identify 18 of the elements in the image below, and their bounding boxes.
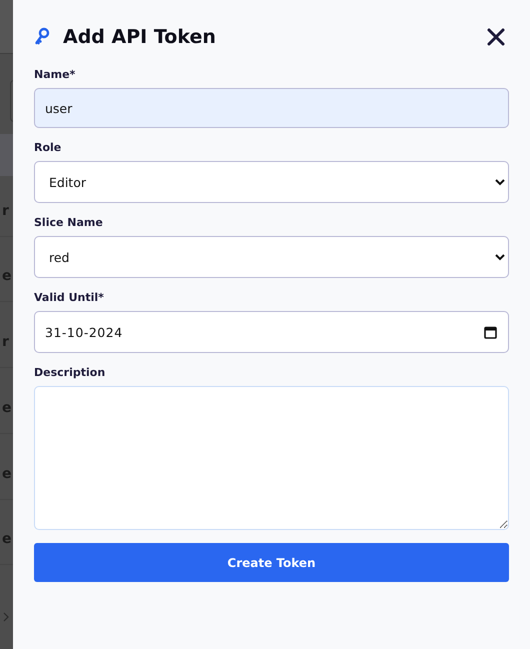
- close-icon: [487, 28, 505, 46]
- field-label: Name*: [34, 68, 76, 81]
- calendar-icon: [484, 326, 497, 338]
- create-token-button[interactable]: Create Token: [34, 543, 509, 582]
- dialog-title: Add API Token: [63, 26, 217, 48]
- field-label: Role: [34, 141, 62, 154]
- field-label: Valid Until*: [34, 291, 105, 304]
- field-label: Description: [34, 366, 106, 379]
- date-field[interactable]: 31-10-2024: [34, 311, 509, 353]
- close-button[interactable]: [485, 26, 507, 48]
- highlighted-row: [0, 134, 13, 176]
- description-field[interactable]: [34, 386, 509, 530]
- key-icon: [34, 27, 50, 47]
- name-field[interactable]: user: [34, 88, 509, 128]
- field-label: Slice Name: [34, 216, 104, 229]
- select-dropdown[interactable]: red: [34, 236, 509, 278]
- select-dropdown[interactable]: Editor: [34, 161, 509, 203]
- chevron-icon: [3, 612, 9, 622]
